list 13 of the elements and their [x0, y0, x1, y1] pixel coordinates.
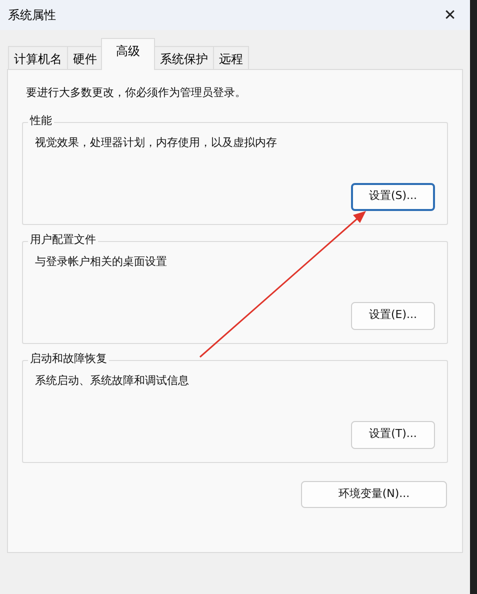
group-description: 系统启动、系统故障和调试信息 — [35, 372, 190, 388]
tab[interactable]: 高级 — [101, 38, 155, 70]
settings-button[interactable]: 设置(E)... — [351, 302, 435, 330]
environment-variables-button[interactable]: 环境变量(N)... — [301, 480, 447, 508]
notice-text: 要进行大多数更改，你必须作为管理员登录。 — [26, 85, 247, 101]
settings-button[interactable]: 设置(T)... — [351, 420, 435, 448]
close-button[interactable]: ✕ — [430, 0, 470, 30]
group-description: 视觉效果，处理器计划，内存使用，以及虚拟内存 — [35, 134, 278, 150]
window-title: 系统属性 — [8, 7, 56, 24]
settings-button[interactable]: 设置(S)... — [351, 182, 435, 210]
tab[interactable]: 计算机名 — [8, 46, 68, 70]
group-description: 与登录帐户相关的桌面设置 — [35, 254, 168, 270]
tab[interactable]: 远程 — [213, 46, 249, 70]
